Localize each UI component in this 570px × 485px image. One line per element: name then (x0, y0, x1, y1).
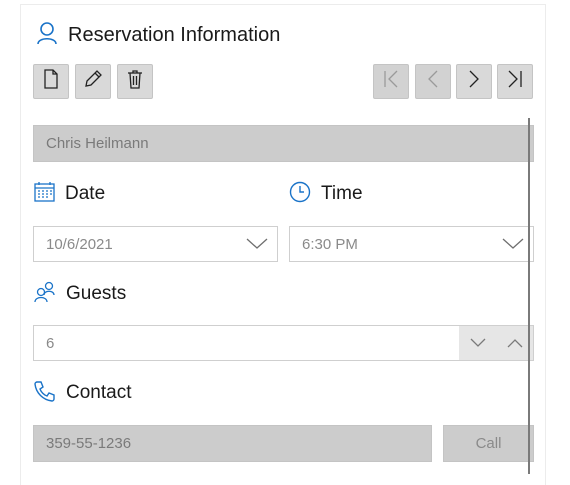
scrollbar[interactable] (528, 118, 530, 474)
decrement-chevron-icon[interactable] (459, 326, 496, 360)
call-button[interactable]: Call (443, 425, 534, 462)
guests-label-text: Guests (66, 283, 127, 304)
last-record-button[interactable] (497, 64, 533, 99)
stepper-controls (459, 326, 533, 360)
time-picker[interactable]: 6:30 PM (289, 226, 534, 262)
next-record-button[interactable] (456, 64, 492, 99)
date-label: Date (34, 180, 105, 208)
clock-icon (289, 181, 311, 208)
guests-label: Guests (34, 280, 126, 308)
delete-button[interactable] (117, 64, 153, 99)
contact-field[interactable]: 359-55-1236 (33, 425, 432, 462)
new-button[interactable] (33, 64, 69, 99)
guests-stepper[interactable]: 6 (33, 325, 534, 361)
last-record-icon (505, 69, 525, 94)
time-value: 6:30 PM (302, 235, 358, 253)
time-label-text: Time (321, 183, 363, 204)
chevron-down-icon[interactable] (493, 227, 533, 261)
page-title: Reservation Information (68, 23, 281, 46)
pencil-icon (83, 69, 103, 94)
date-value: 10/6/2021 (46, 235, 113, 253)
contact-label-text: Contact (66, 382, 132, 403)
name-value: Chris Heilmann (46, 135, 149, 152)
next-record-icon (464, 69, 484, 94)
first-record-button[interactable] (373, 64, 409, 99)
contact-value: 359-55-1236 (46, 435, 132, 452)
call-button-label: Call (475, 435, 502, 452)
date-label-text: Date (65, 183, 106, 204)
contact-label: Contact (34, 379, 131, 407)
edit-button[interactable] (75, 64, 111, 99)
calendar-icon (34, 181, 55, 207)
previous-record-button[interactable] (415, 64, 451, 99)
reservation-header: Reservation Information (36, 20, 280, 50)
document-icon (43, 69, 59, 94)
chevron-down-icon[interactable] (237, 227, 277, 261)
time-label: Time (289, 180, 363, 208)
person-icon (36, 21, 58, 50)
phone-icon (34, 380, 56, 407)
previous-record-icon (423, 69, 443, 94)
date-picker[interactable]: 10/6/2021 (33, 226, 278, 262)
first-record-icon (381, 69, 401, 94)
guests-value: 6 (46, 334, 55, 352)
trash-icon (127, 69, 143, 94)
name-field[interactable]: Chris Heilmann (33, 125, 534, 162)
people-icon (34, 281, 56, 308)
